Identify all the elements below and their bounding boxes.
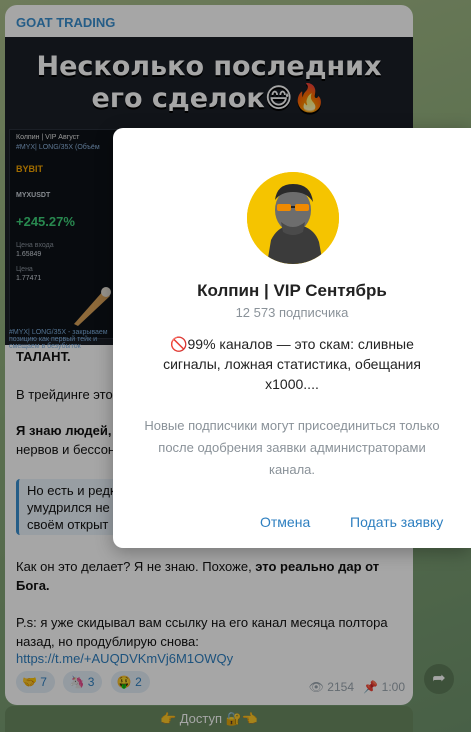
dialog-title: Колпин | VIP Сентябрь xyxy=(197,281,387,300)
join-request-dialog: Колпин | VIP Сентябрь 12 573 подписчика … xyxy=(113,128,471,548)
channel-description: 🚫99% каналов — это скам: сливные сигналы… xyxy=(163,336,421,392)
cancel-button[interactable]: Отмена xyxy=(260,514,310,530)
approval-note: Новые подписчики могут присоединиться то… xyxy=(144,418,440,477)
subscriber-count: 12 573 подписчика xyxy=(235,305,349,320)
apply-request-button[interactable]: Подать заявку xyxy=(350,514,443,530)
channel-avatar xyxy=(247,172,339,264)
